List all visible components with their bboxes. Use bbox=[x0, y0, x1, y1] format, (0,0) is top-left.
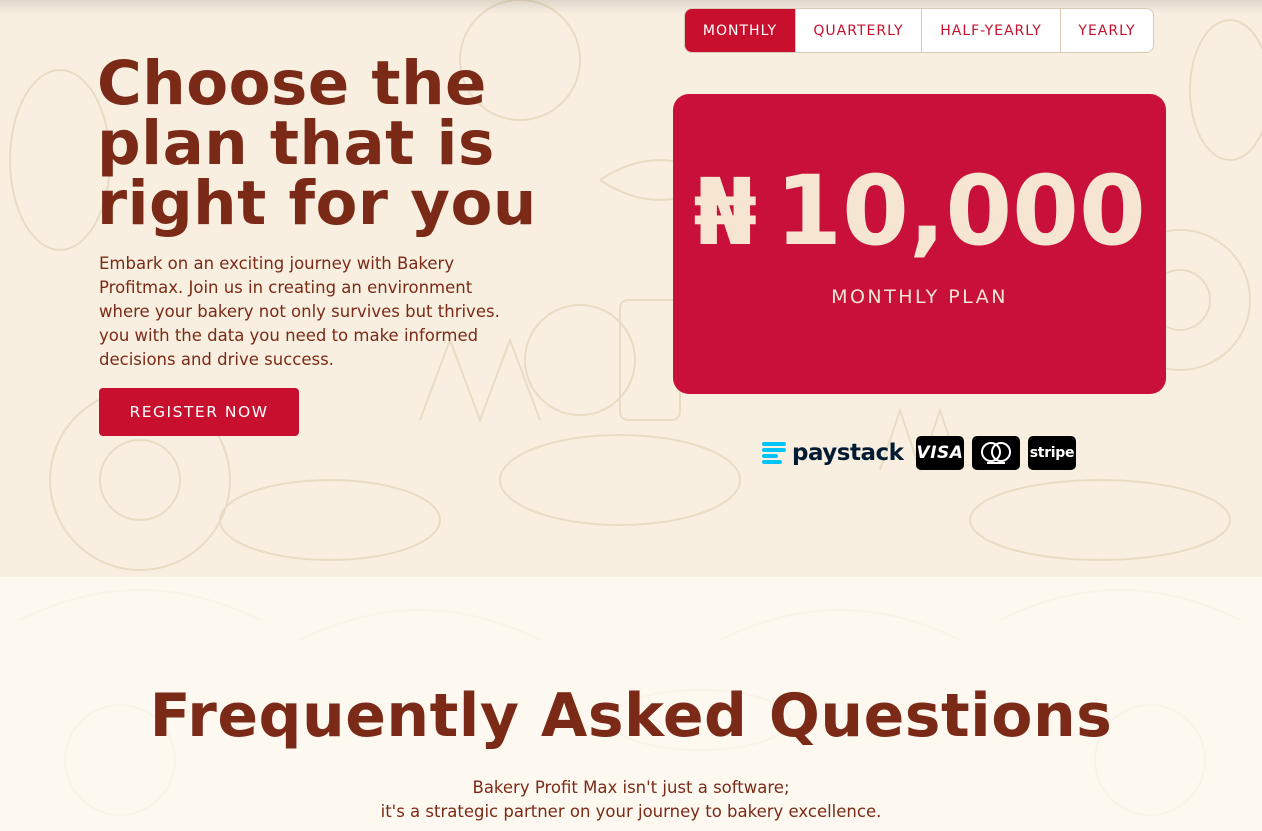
faq-title: Frequently Asked Questions bbox=[149, 681, 1113, 751]
tab-monthly[interactable]: MONTHLY bbox=[685, 9, 796, 52]
price-value: 10,000 bbox=[775, 155, 1146, 267]
plan-period-tabs: MONTHLY QUARTERLY HALF-YEARLY YEARLY bbox=[684, 8, 1154, 53]
price-card: ₦ 10,000 MONTHLY PLAN bbox=[673, 94, 1166, 394]
hero-description: Embark on an exciting journey with Baker… bbox=[99, 254, 500, 369]
faq-subtitle-line-2: it's a strategic partner on your journey… bbox=[380, 802, 882, 821]
mastercard-circles-icon bbox=[981, 442, 1011, 464]
paystack-logo: paystack bbox=[762, 434, 908, 472]
paystack-icon bbox=[762, 442, 786, 464]
hero-title: Choose the plan that is right for you bbox=[97, 53, 567, 234]
stripe-logo: stripe bbox=[1028, 436, 1076, 470]
visa-logo: VISA bbox=[916, 436, 964, 470]
plan-label: MONTHLY PLAN bbox=[831, 286, 1008, 308]
tab-yearly[interactable]: YEARLY bbox=[1061, 9, 1153, 52]
price-amount: ₦ 10,000 bbox=[673, 156, 1166, 268]
payment-methods: paystack VISA stripe bbox=[762, 434, 1078, 472]
visa-wordmark: VISA bbox=[916, 443, 964, 463]
stripe-wordmark: stripe bbox=[1029, 445, 1075, 461]
register-now-button[interactable]: REGISTER NOW bbox=[99, 388, 299, 436]
pricing-section: Choose the plan that is right for you Em… bbox=[0, 0, 1262, 577]
mastercard-icon bbox=[972, 436, 1020, 470]
hero-title-line-3: right for you bbox=[97, 168, 537, 239]
currency-symbol: ₦ bbox=[693, 159, 758, 266]
tab-quarterly[interactable]: QUARTERLY bbox=[796, 9, 922, 52]
paystack-wordmark: paystack bbox=[792, 440, 904, 466]
faq-subtitle-line-1: Bakery Profit Max isn't just a software; bbox=[472, 778, 790, 797]
tab-half-yearly[interactable]: HALF-YEARLY bbox=[922, 9, 1061, 52]
